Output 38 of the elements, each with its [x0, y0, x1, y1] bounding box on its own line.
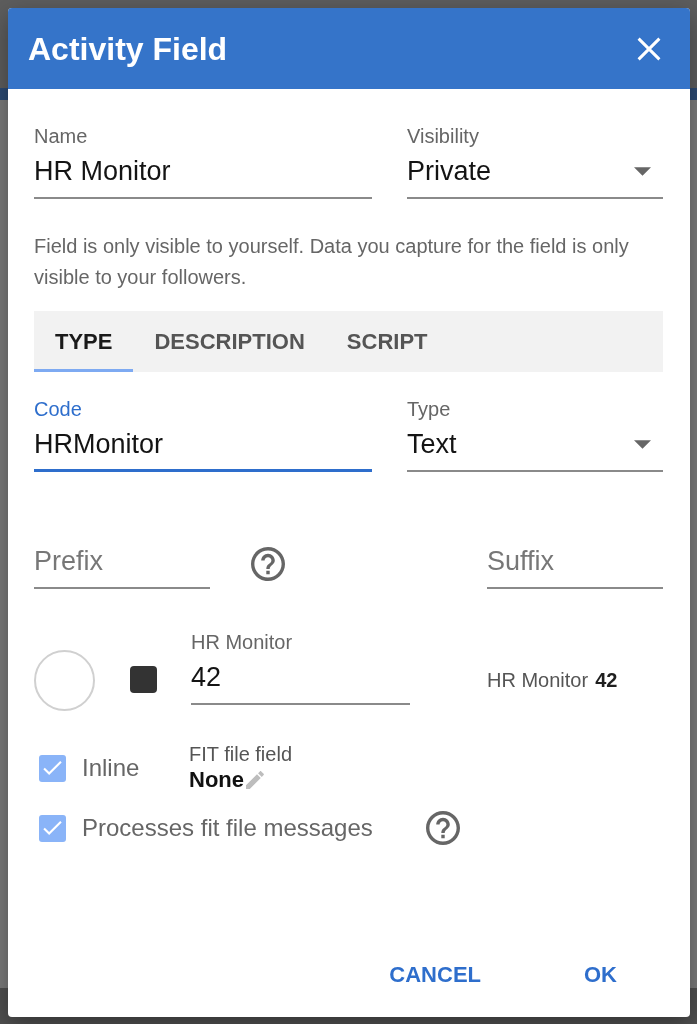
checkmark-icon — [43, 821, 62, 835]
dialog-title: Activity Field — [28, 29, 228, 69]
checkbox-label: Processes fit file messages — [82, 814, 373, 842]
preview-label: HR Monitor — [487, 668, 589, 692]
field-label: Visibility — [407, 124, 480, 148]
caret-icon — [634, 166, 651, 176]
input-field[interactable]: HRMonitor — [34, 428, 372, 472]
prefix-field[interactable]: Prefix — [34, 545, 210, 589]
tab[interactable]: TYPE — [34, 311, 134, 372]
input-field[interactable]: HR Monitor — [34, 155, 372, 199]
fit-field-value: None — [189, 766, 244, 794]
close-icon — [637, 36, 661, 61]
help-icon[interactable] — [251, 547, 285, 581]
close-button[interactable] — [637, 36, 661, 61]
dropdown-field[interactable]: Private — [407, 155, 663, 199]
field-label: Name — [34, 124, 89, 148]
helper-text: Field is only visible to yourself. Data you capture for the field is only visible to your followers. — [34, 234, 630, 290]
field-label: Type — [407, 397, 452, 421]
field-label: HR Monitor — [191, 630, 294, 654]
field-label: Code — [34, 397, 83, 421]
caret-icon — [634, 439, 651, 449]
input-field[interactable]: 42 — [191, 661, 410, 705]
swatch-icon[interactable] — [130, 666, 157, 693]
fit-field-label: FIT file field — [189, 742, 292, 766]
help-icon[interactable] — [425, 811, 460, 845]
circle-icon[interactable] — [34, 650, 95, 711]
checkmark-icon — [43, 761, 62, 775]
dropdown-field[interactable]: Text — [407, 428, 663, 472]
preview-value: 42 — [595, 668, 618, 692]
tab[interactable]: SCRIPT — [325, 311, 449, 372]
checkbox-label: Inline — [82, 754, 140, 782]
checkbox[interactable] — [39, 754, 66, 782]
checkbox[interactable] — [39, 814, 66, 842]
pencil-icon[interactable] — [246, 771, 264, 789]
dialog-button[interactable]: OK — [568, 951, 633, 999]
suffix-field[interactable]: Suffix — [487, 545, 663, 589]
dialog-button[interactable]: CANCEL — [373, 951, 497, 999]
tab[interactable]: DESCRIPTION — [133, 311, 326, 372]
